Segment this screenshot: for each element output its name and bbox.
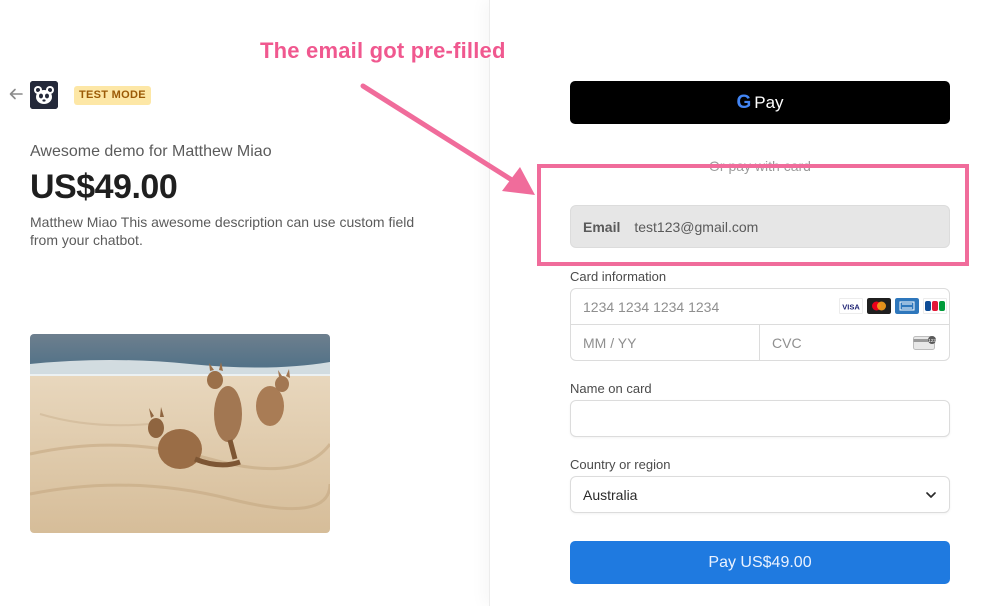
merchant-logo — [30, 81, 58, 109]
annotation-text: The email got pre-filled — [260, 38, 506, 63]
product-image — [30, 334, 330, 533]
card-information-group: 1234 1234 1234 1234 VISA MM / YY CVC 123 — [570, 288, 950, 361]
card-number-placeholder: 1234 1234 1234 1234 — [583, 298, 720, 315]
card-brands: VISA — [839, 298, 947, 314]
card-cvc-placeholder: CVC — [772, 335, 802, 351]
card-number-input[interactable]: 1234 1234 1234 1234 VISA — [571, 289, 949, 325]
product-description: Matthew Miao This awesome description ca… — [30, 214, 415, 248]
chevron-down-icon — [926, 492, 936, 498]
mastercard-icon — [867, 298, 891, 314]
product-price: US$49.00 — [30, 168, 178, 206]
visa-icon: VISA — [839, 298, 863, 314]
name-on-card-label: Name on card — [570, 381, 652, 396]
country-label: Country or region — [570, 457, 671, 472]
card-information-label: Card information — [570, 269, 667, 284]
card-expiry-input[interactable]: MM / YY — [571, 325, 760, 361]
back-arrow-icon[interactable] — [8, 86, 24, 102]
google-pay-label: Pay — [754, 92, 784, 112]
svg-text:VISA: VISA — [842, 303, 860, 312]
annotation-arrow-icon — [360, 83, 535, 195]
amex-icon — [895, 298, 919, 314]
svg-text:123: 123 — [928, 338, 936, 343]
card-cvc-input[interactable]: CVC 123 — [760, 325, 949, 361]
name-on-card-input[interactable] — [570, 400, 950, 437]
google-pay-button[interactable]: G Pay — [570, 81, 950, 124]
country-select[interactable]: Australia — [570, 476, 950, 513]
jcb-icon — [923, 298, 947, 314]
pay-button[interactable]: Pay US$49.00 — [570, 541, 950, 584]
annotation-highlight-box — [537, 164, 969, 266]
country-value: Australia — [583, 486, 638, 503]
test-mode-badge: TEST MODE — [74, 86, 151, 105]
cvc-card-icon: 123 — [913, 336, 936, 350]
card-expiry-placeholder: MM / YY — [583, 335, 637, 351]
google-g-icon: G — [736, 91, 752, 113]
product-name: Awesome demo for Matthew Miao — [30, 143, 272, 160]
